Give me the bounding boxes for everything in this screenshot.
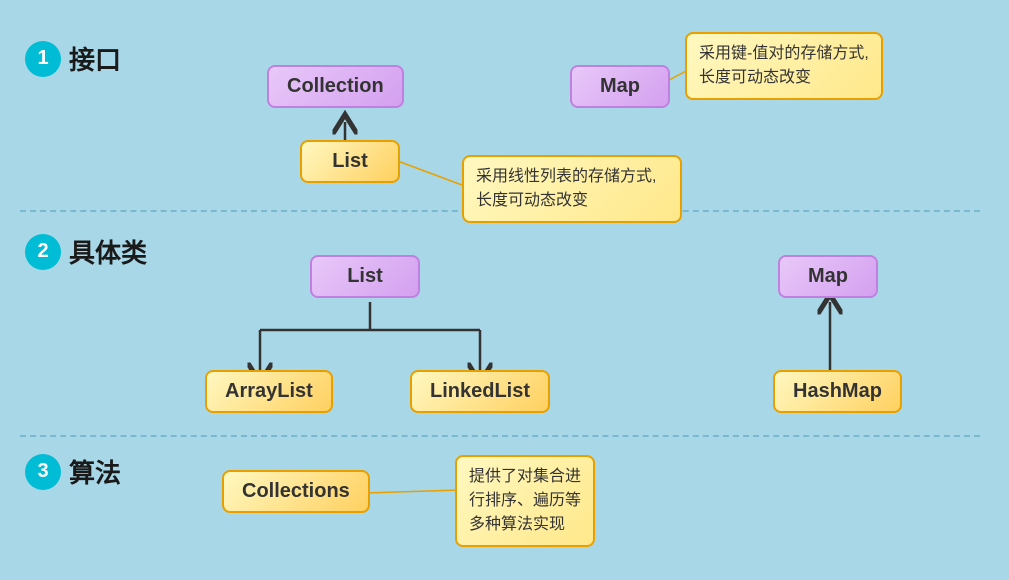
divider-2 <box>20 435 980 437</box>
section1-title: 接口 <box>69 40 121 77</box>
list-interface-box: List <box>300 140 400 183</box>
linkedlist-box: LinkedList <box>410 370 550 413</box>
section1-number: 1 <box>25 41 61 77</box>
list-callout: 采用线性列表的存储方式, 长度可动态改变 <box>462 155 682 223</box>
section2-label: 2 具体类 <box>25 233 147 270</box>
section3-number: 3 <box>25 454 61 490</box>
section1-label: 1 接口 <box>25 40 121 77</box>
map-interface-box: Map <box>570 65 670 108</box>
section3-title: 算法 <box>69 453 121 490</box>
map-callout: 采用键-值对的存储方式,长度可动态改变 <box>685 32 883 100</box>
hashmap-box: HashMap <box>773 370 902 413</box>
section2-number: 2 <box>25 234 61 270</box>
collection-box: Collection <box>267 65 404 108</box>
algo-callout: 提供了对集合进行排序、遍历等多种算法实现 <box>455 455 595 547</box>
collections-box: Collections <box>222 470 370 513</box>
list-class-box: List <box>310 255 420 298</box>
map-class-box: Map <box>778 255 878 298</box>
arraylist-box: ArrayList <box>205 370 333 413</box>
section2-title: 具体类 <box>69 233 147 270</box>
section3-label: 3 算法 <box>25 453 121 490</box>
